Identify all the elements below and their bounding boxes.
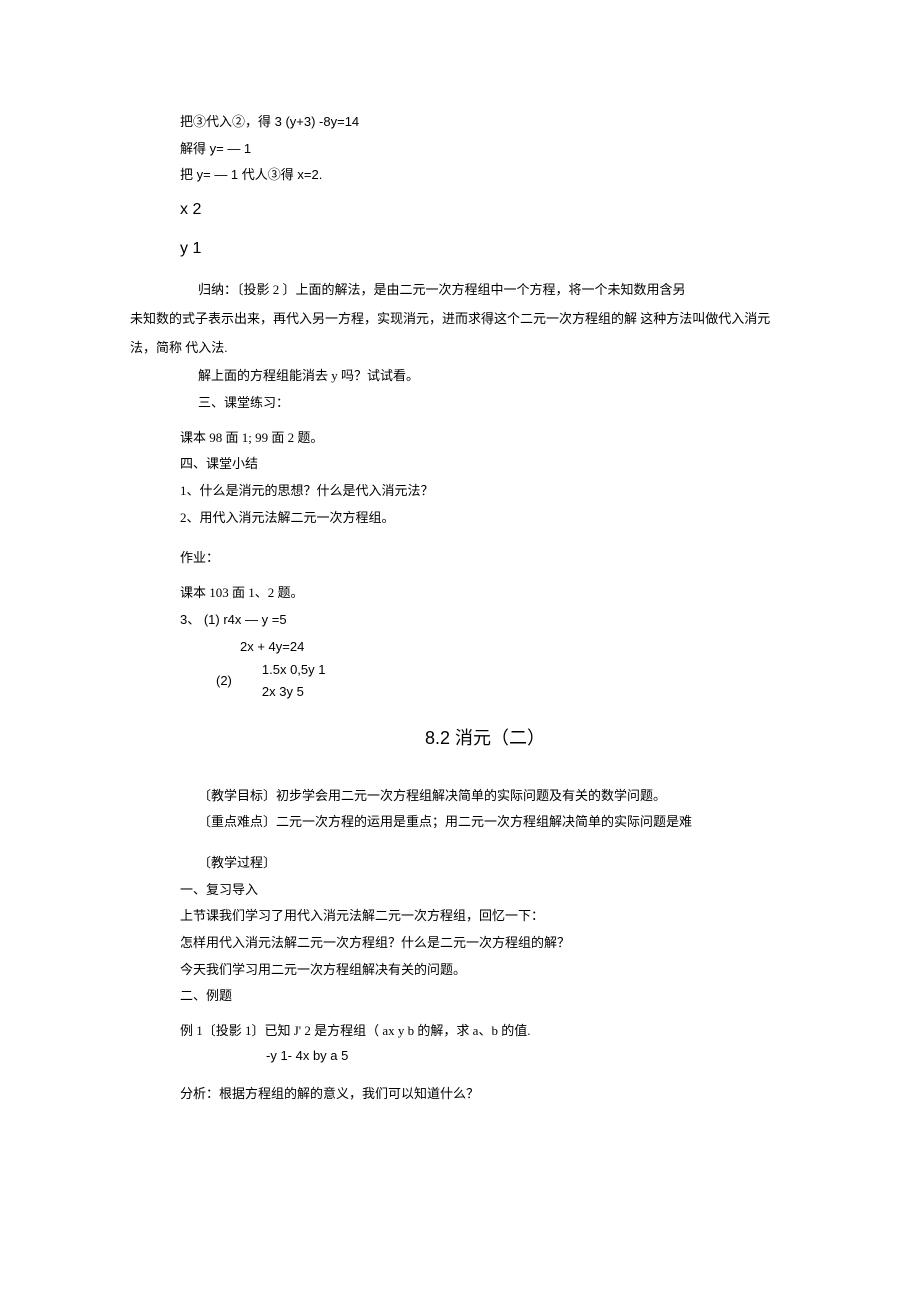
- document-page: 把③代入②，得 3 (y+3) -8y=14 解得 y= — 1 把 y= — …: [0, 0, 920, 1169]
- solution-x: x 2: [180, 192, 790, 227]
- step-line: 把 y= — 1 代人③得 x=2.: [180, 163, 790, 188]
- equation-label: (2): [216, 669, 232, 694]
- review-line: 今天我们学习用二元一次方程组解决有关的问题。: [180, 958, 790, 983]
- homework-equation: 3、 (1) r4x — y =5: [180, 608, 790, 633]
- solution-y: y 1: [180, 231, 790, 266]
- homework-label: 作业：: [180, 546, 790, 571]
- teaching-process: 〔教学过程〕: [180, 851, 790, 876]
- homework-equation: 2x + 4y=24: [180, 635, 790, 660]
- example-heading: 二、例题: [180, 984, 790, 1009]
- question-line: 解上面的方程组能消去 y 吗？试试看。: [180, 364, 790, 389]
- example-equation: -y 1- 4x by a 5: [180, 1044, 790, 1069]
- homework-item: 课本 103 面 1、2 题。: [180, 581, 790, 606]
- summary-item: 1、什么是消元的思想？什么是代入消元法？: [180, 479, 790, 504]
- section-title: 8.2 消元（二）: [180, 721, 790, 755]
- exercise-ref: 课本 98 面 1; 99 面 2 题。: [180, 426, 790, 451]
- review-line: 上节课我们学习了用代入消元法解二元一次方程组，回忆一下：: [180, 904, 790, 929]
- step-line: 把③代入②，得 3 (y+3) -8y=14: [180, 110, 790, 135]
- example-problem: 例 1〔投影 1〕已知 J' 2 是方程组（ ax y b 的解，求 a、b 的…: [180, 1019, 790, 1044]
- equation-line: 1.5x 0,5y 1: [262, 659, 326, 681]
- summary-body: 未知数的式子表示出来，再代入另一方程，实现消元，进而求得这个二元一次方程组的解 …: [130, 305, 790, 362]
- step-line: 解得 y= — 1: [180, 137, 790, 162]
- section-heading: 三、课堂练习：: [180, 391, 790, 416]
- review-line: 怎样用代入消元法解二元一次方程组？什么是二元一次方程组的解？: [180, 931, 790, 956]
- analysis-line: 分析：根据方程组的解的意义，我们可以知道什么？: [180, 1082, 790, 1107]
- summary-intro: 归纳：〔投影 2 〕上面的解法，是由二元一次方程组中一个方程，将一个未知数用含另: [180, 278, 790, 303]
- teaching-goal: 〔教学目标〕初步学会用二元一次方程组解决简单的实际问题及有关的数学问题。: [180, 784, 790, 809]
- summary-item: 2、用代入消元法解二元一次方程组。: [180, 506, 790, 531]
- review-heading: 一、复习导入: [180, 878, 790, 903]
- teaching-focus: 〔重点难点〕二元一次方程的运用是重点；用二元一次方程组解决简单的实际问题是难: [180, 810, 790, 835]
- section-heading: 四、课堂小结: [180, 452, 790, 477]
- equation-group: (2) 1.5x 0,5y 1 2x 3y 5: [180, 659, 790, 703]
- equation-line: 2x 3y 5: [262, 681, 326, 703]
